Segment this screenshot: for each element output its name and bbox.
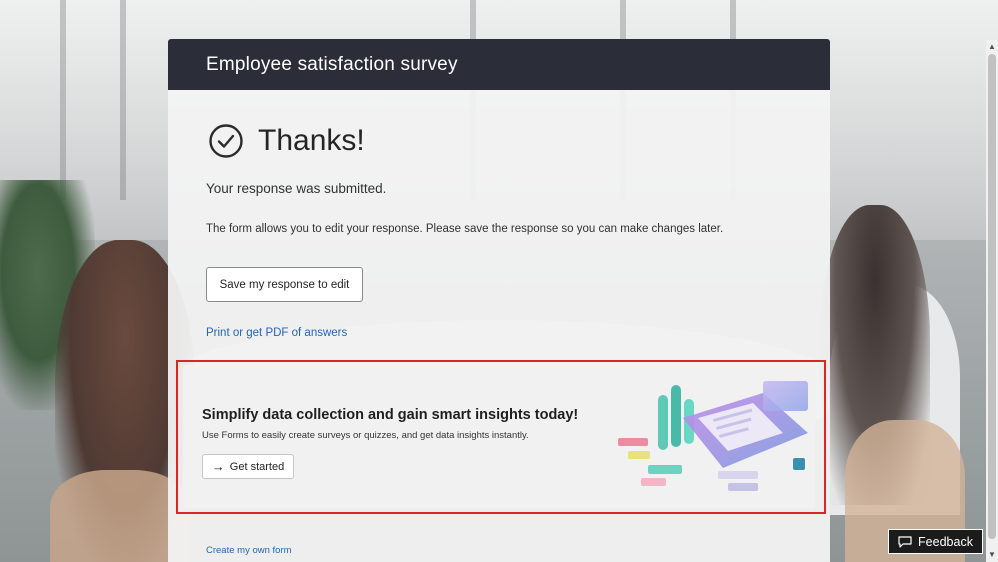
scrollbar[interactable]: ▲ ▼ [986, 40, 998, 562]
survey-title: Employee satisfaction survey [206, 53, 458, 75]
create-own-form-link[interactable]: Create my own form [206, 545, 292, 556]
feedback-label: Feedback [918, 534, 973, 549]
highlight-outline [176, 360, 826, 514]
save-response-button[interactable]: Save my response to edit [206, 267, 363, 302]
checkmark-circle-icon [209, 124, 243, 158]
card-header: Employee satisfaction survey [168, 39, 830, 90]
feedback-button[interactable]: Feedback [888, 529, 983, 554]
scroll-down-icon[interactable]: ▼ [987, 550, 997, 560]
thanks-row: Thanks! [208, 123, 365, 159]
scroll-up-icon[interactable]: ▲ [987, 42, 997, 52]
print-pdf-link[interactable]: Print or get PDF of answers [206, 327, 347, 339]
scrollbar-thumb[interactable] [988, 54, 996, 539]
chat-icon [898, 535, 912, 548]
edit-note: The form allows you to edit your respons… [206, 223, 724, 235]
thanks-heading: Thanks! [258, 124, 365, 157]
submitted-message: Your response was submitted. [206, 181, 387, 196]
